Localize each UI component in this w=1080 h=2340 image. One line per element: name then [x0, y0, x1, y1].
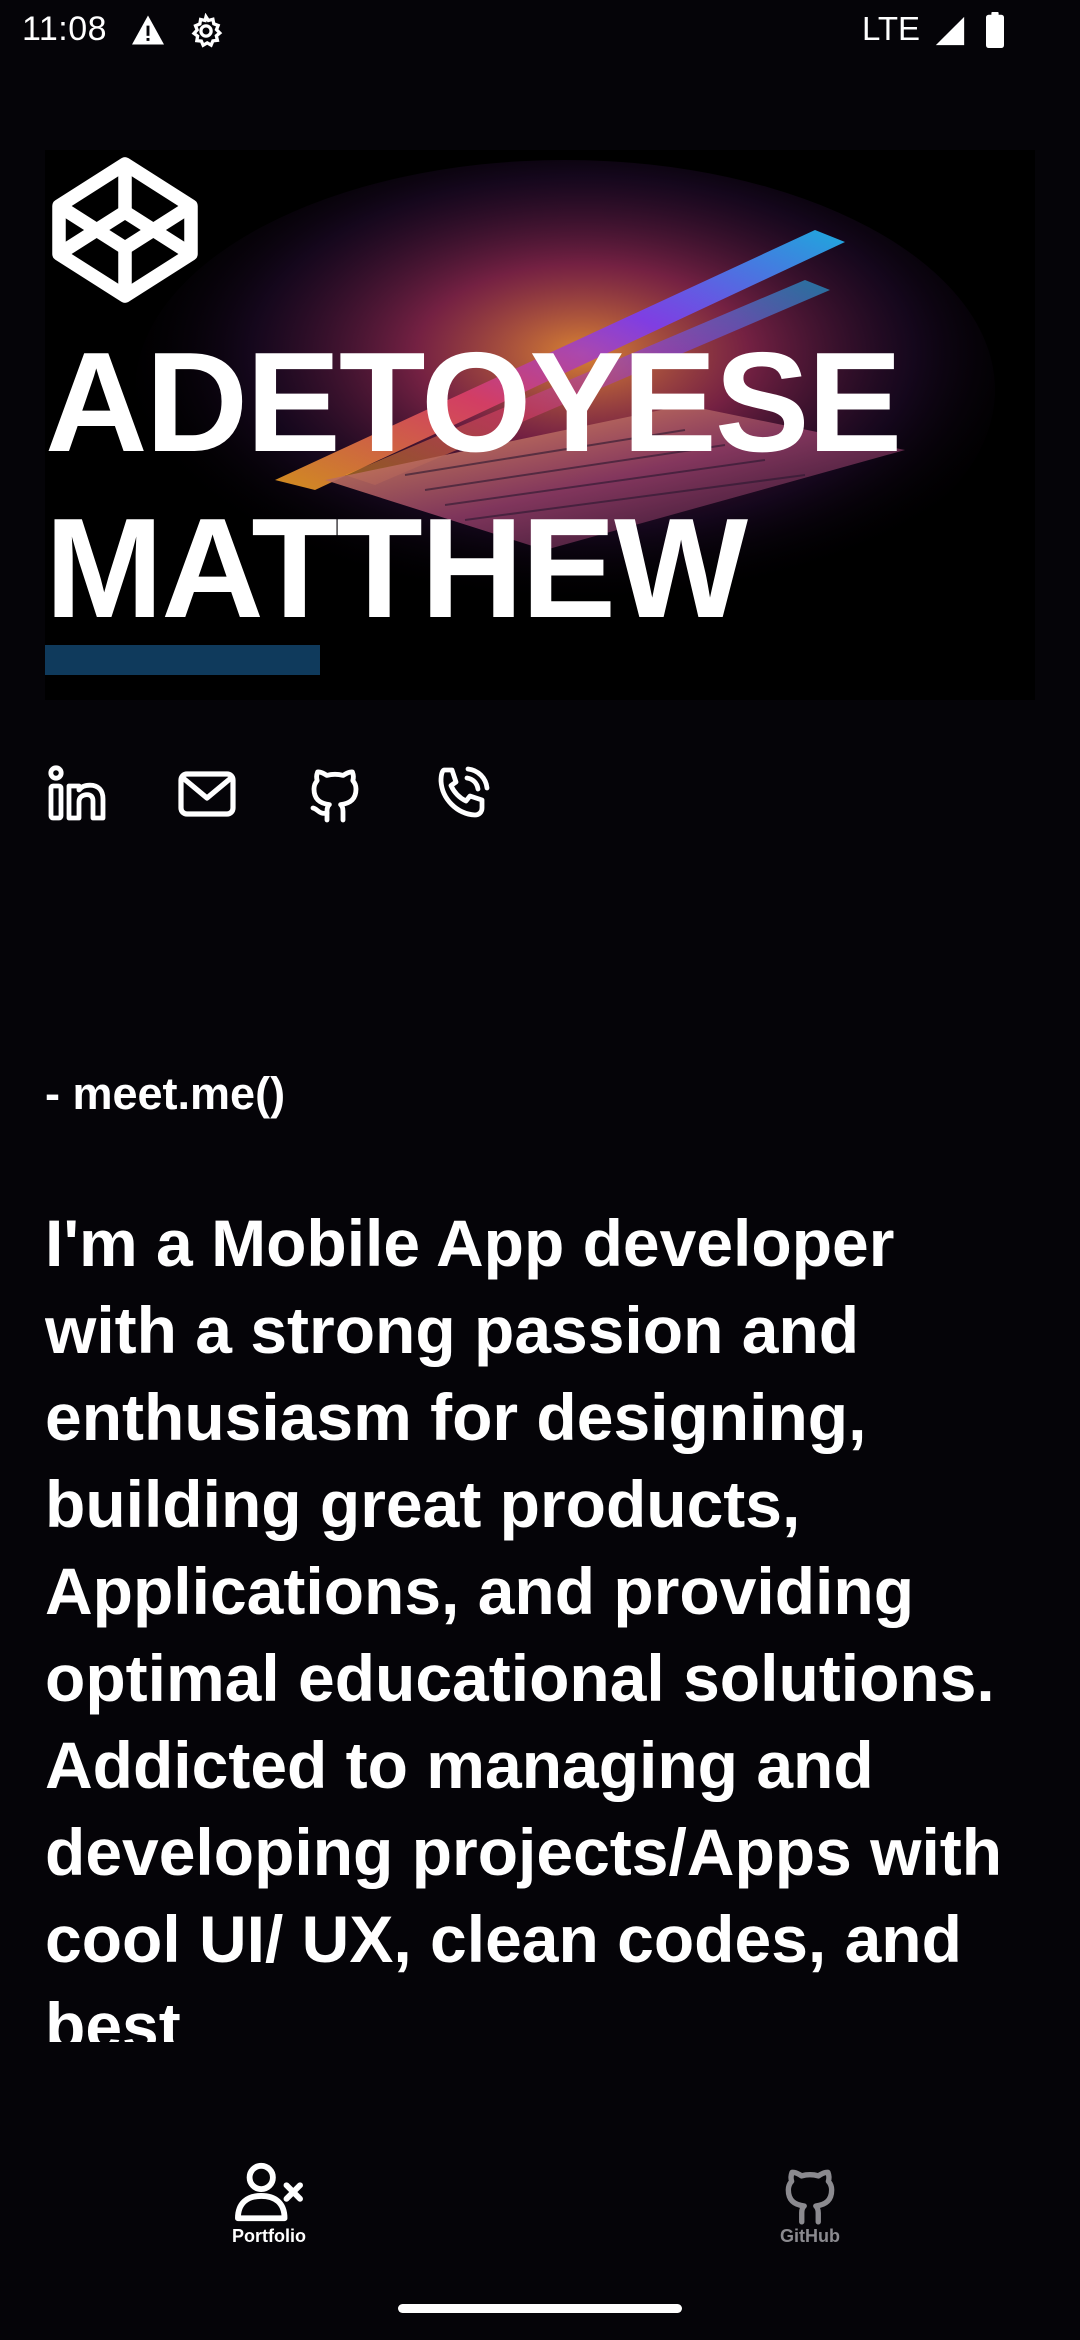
settings-gear-icon	[191, 13, 223, 48]
hero-banner: ADETOYESE MATTHEW	[45, 150, 1035, 700]
name-underline-accent	[45, 645, 320, 675]
warning-icon	[132, 15, 164, 45]
section-tag: - meet.me()	[45, 1068, 286, 1119]
github-icon	[310, 769, 359, 823]
nav-portfolio[interactable]: Portfolio	[169, 2160, 369, 2270]
bottom-navigation: Portfolio GitHub	[0, 2150, 1080, 2280]
home-indicator[interactable]	[398, 2304, 682, 2313]
nav-github[interactable]: GitHub	[710, 2160, 910, 2270]
signal-icon	[935, 16, 965, 46]
name-second-line: MATTHEW	[45, 489, 748, 648]
bio-paragraph: I'm a Mobile App developer with a strong…	[45, 1206, 1003, 2042]
nav-portfolio-label: Portfolio	[232, 2226, 306, 2246]
email-link[interactable]	[175, 762, 239, 826]
status-bar: 11:08 LTE	[0, 0, 1080, 62]
nav-github-label: GitHub	[780, 2226, 840, 2246]
phone-icon	[438, 766, 490, 818]
linkedin-icon	[48, 765, 106, 821]
phone-link[interactable]	[430, 762, 494, 826]
person-remove-icon	[235, 2162, 303, 2222]
network-type: LTE	[862, 10, 921, 47]
github-link[interactable]	[303, 762, 367, 826]
profile-name: ADETOYESE MATTHEW	[45, 320, 902, 652]
codepen-cube-icon	[52, 157, 198, 303]
bio-scroll-area[interactable]: I'm a Mobile App developer with a strong…	[45, 1200, 1045, 2042]
github-icon	[785, 2169, 835, 2225]
mail-icon	[178, 771, 236, 817]
linkedin-link[interactable]	[45, 762, 109, 826]
name-first-line: ADETOYESE	[45, 323, 902, 482]
battery-icon	[986, 12, 1004, 48]
status-time: 11:08	[22, 10, 108, 48]
